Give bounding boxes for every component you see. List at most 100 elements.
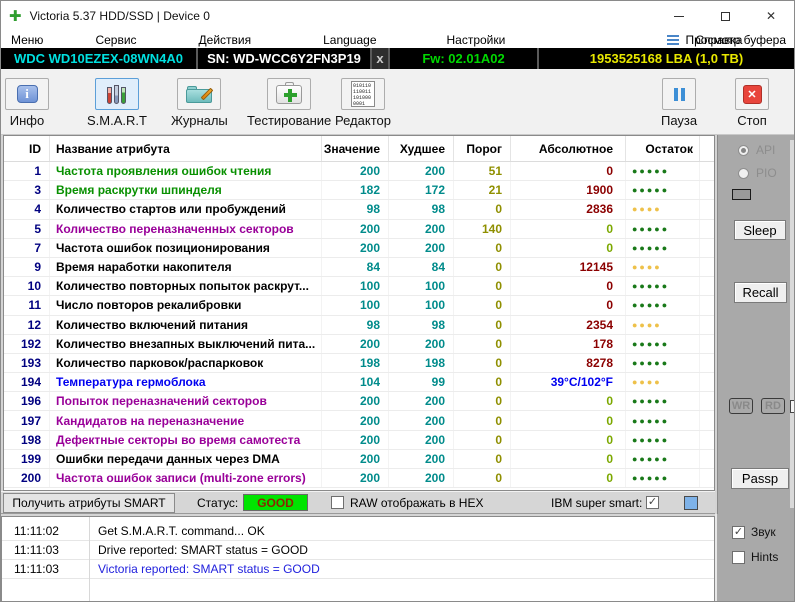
cell-absolute: 0 (511, 392, 626, 410)
smart-row[interactable]: 10Количество повторных попыток раскрут..… (4, 277, 714, 296)
cell-id: 196 (4, 392, 50, 410)
cell-threshold: 0 (454, 431, 511, 449)
smart-row[interactable]: 199Ошибки передачи данных через DMA20020… (4, 450, 714, 469)
cell-id: 200 (4, 469, 50, 487)
column-header-name[interactable]: Название атрибута (50, 136, 322, 161)
ibm-super-smart-checkbox[interactable]: ✓ (646, 496, 659, 509)
device-firmware[interactable]: Fw: 02.01A02 (390, 48, 539, 69)
stop-icon: ✕ (743, 85, 762, 104)
sleep-button[interactable]: Sleep (734, 220, 786, 240)
cell-filler (700, 354, 714, 372)
toolbar-button-editor[interactable]: 010110 110011 101000 0001 Редактор (335, 78, 391, 128)
column-header-health[interactable]: Остаток (626, 136, 700, 161)
cell-absolute: 0 (511, 469, 626, 487)
api-radio-label: API (756, 143, 775, 157)
cell-health-dots: ●●●●● (626, 411, 700, 429)
cell-filler (700, 335, 714, 353)
cell-id: 193 (4, 354, 50, 372)
maximize-button[interactable] (702, 1, 748, 31)
toolbar-button-pause[interactable]: Пауза (661, 78, 697, 128)
pio-radio-icon (738, 168, 749, 179)
cell-health-dots: ●●●●● (626, 162, 700, 180)
buffer-view-button[interactable]: Просмотр буфера (667, 33, 786, 47)
cell-threshold: 0 (454, 316, 511, 334)
cell-health-dots: ●●●●● (626, 220, 700, 238)
cell-name: Время наработки накопителя (50, 258, 322, 276)
cell-threshold: 140 (454, 220, 511, 238)
device-model[interactable]: WDC WD10EZEX-08WN4A0 (1, 48, 198, 69)
smart-row[interactable]: 200Частота ошибок записи (multi-zone err… (4, 469, 714, 488)
toolbar-button-stop[interactable]: ✕ Стоп (735, 78, 769, 128)
cell-value: 200 (322, 392, 389, 410)
cell-name: Количество внезапных выключений пита... (50, 335, 322, 353)
cell-worst: 172 (389, 181, 454, 199)
smart-row[interactable]: 193Количество парковок/распарковок198198… (4, 354, 714, 373)
smart-row[interactable]: 198Дефектные секторы во время самотеста2… (4, 431, 714, 450)
folder-pencil-icon (186, 86, 212, 103)
device-close-x[interactable]: x (372, 48, 390, 69)
toolbar-button-info[interactable]: i Инфо (5, 78, 49, 128)
column-header-value[interactable]: Значение (322, 136, 389, 161)
get-smart-button[interactable]: Получить атрибуты SMART (3, 493, 175, 513)
cell-health-dots: ●●●● (626, 200, 700, 218)
toolbar-button-smart[interactable]: S.M.A.R.T (87, 78, 147, 128)
cell-name: Дефектные секторы во время самотеста (50, 431, 322, 449)
slider-handle[interactable] (790, 400, 795, 413)
smart-row[interactable]: 9Время наработки накопителя8484012145●●●… (4, 258, 714, 277)
menu-item-settings[interactable]: Настройки (437, 33, 516, 47)
minimize-button[interactable] (656, 1, 702, 31)
log-entry: 11:11:03Victoria reported: SMART status … (2, 560, 714, 579)
cell-name: Температура гермоблока (50, 373, 322, 391)
toolbar-button-journals[interactable]: Журналы (171, 78, 228, 128)
smart-row[interactable]: 12Количество включений питания989802354●… (4, 316, 714, 335)
cell-absolute: 8278 (511, 354, 626, 372)
cell-threshold: 0 (454, 392, 511, 410)
cell-id: 4 (4, 200, 50, 218)
column-header-worst[interactable]: Худшее (389, 136, 454, 161)
column-header-threshold[interactable]: Порог (454, 136, 511, 161)
toolbar-label-pause: Пауза (661, 113, 697, 128)
raw-hex-checkbox[interactable] (331, 496, 344, 509)
smart-row[interactable]: 197Кандидатов на переназначение20020000●… (4, 411, 714, 430)
radio-api: API (738, 143, 775, 157)
toolbar-label-smart: S.M.A.R.T (87, 113, 147, 128)
close-button[interactable]: ✕ (748, 1, 794, 31)
hints-checkbox[interactable] (732, 551, 745, 564)
cell-filler (700, 450, 714, 468)
side-panel: API PIO Sleep Recall WR RD Passp (717, 135, 795, 514)
smart-row[interactable]: 5Количество переназначенных секторов2002… (4, 220, 714, 239)
column-header-id[interactable]: ID (4, 136, 50, 161)
smart-row[interactable]: 7Частота ошибок позиционирования20020000… (4, 239, 714, 258)
column-header-absolute[interactable]: Абсолютное (511, 136, 626, 161)
cell-absolute: 0 (511, 277, 626, 295)
log-message: Victoria reported: SMART status = GOOD (89, 562, 320, 576)
sound-checkbox[interactable]: ✓ (732, 526, 745, 539)
smart-row[interactable]: 196Попыток переназначений секторов200200… (4, 392, 714, 411)
smart-row[interactable]: 4Количество стартов или пробуждений98980… (4, 200, 714, 219)
device-serial[interactable]: SN: WD-WCC6Y2FN3P19 (198, 48, 372, 69)
device-capacity[interactable]: 1953525168 LBA (1,0 ТВ) (539, 48, 794, 69)
cell-absolute: 12145 (511, 258, 626, 276)
log-time: 11:11:03 (2, 562, 89, 576)
cell-threshold: 0 (454, 373, 511, 391)
smart-row[interactable]: 11Число повторов рекалибровки10010000●●●… (4, 296, 714, 315)
cell-id: 192 (4, 335, 50, 353)
toolbar-button-testing[interactable]: Тестирование (247, 78, 331, 128)
smart-row[interactable]: 1Частота проявления ошибок чтения2002005… (4, 162, 714, 181)
color-indicator[interactable] (684, 496, 698, 510)
cell-health-dots: ●●●● (626, 373, 700, 391)
recall-button[interactable]: Recall (734, 282, 787, 303)
log-message: Drive reported: SMART status = GOOD (89, 543, 308, 557)
cell-health-dots: ●●●●● (626, 277, 700, 295)
menu-item-service[interactable]: Сервис (85, 33, 146, 47)
passport-button[interactable]: Passp (731, 468, 789, 489)
cell-threshold: 51 (454, 162, 511, 180)
menu-item-language[interactable]: Language (313, 33, 386, 47)
smart-row[interactable]: 3Время раскрутки шпинделя182172211900●●●… (4, 181, 714, 200)
menu-item-menu[interactable]: Меню (1, 33, 53, 47)
smart-row[interactable]: 192Количество внезапных выключений пита.… (4, 335, 714, 354)
cell-worst: 200 (389, 392, 454, 410)
cell-value: 200 (322, 411, 389, 429)
menu-item-actions[interactable]: Действия (189, 33, 262, 47)
smart-row[interactable]: 194Температура гермоблока10499039°C/102°… (4, 373, 714, 392)
